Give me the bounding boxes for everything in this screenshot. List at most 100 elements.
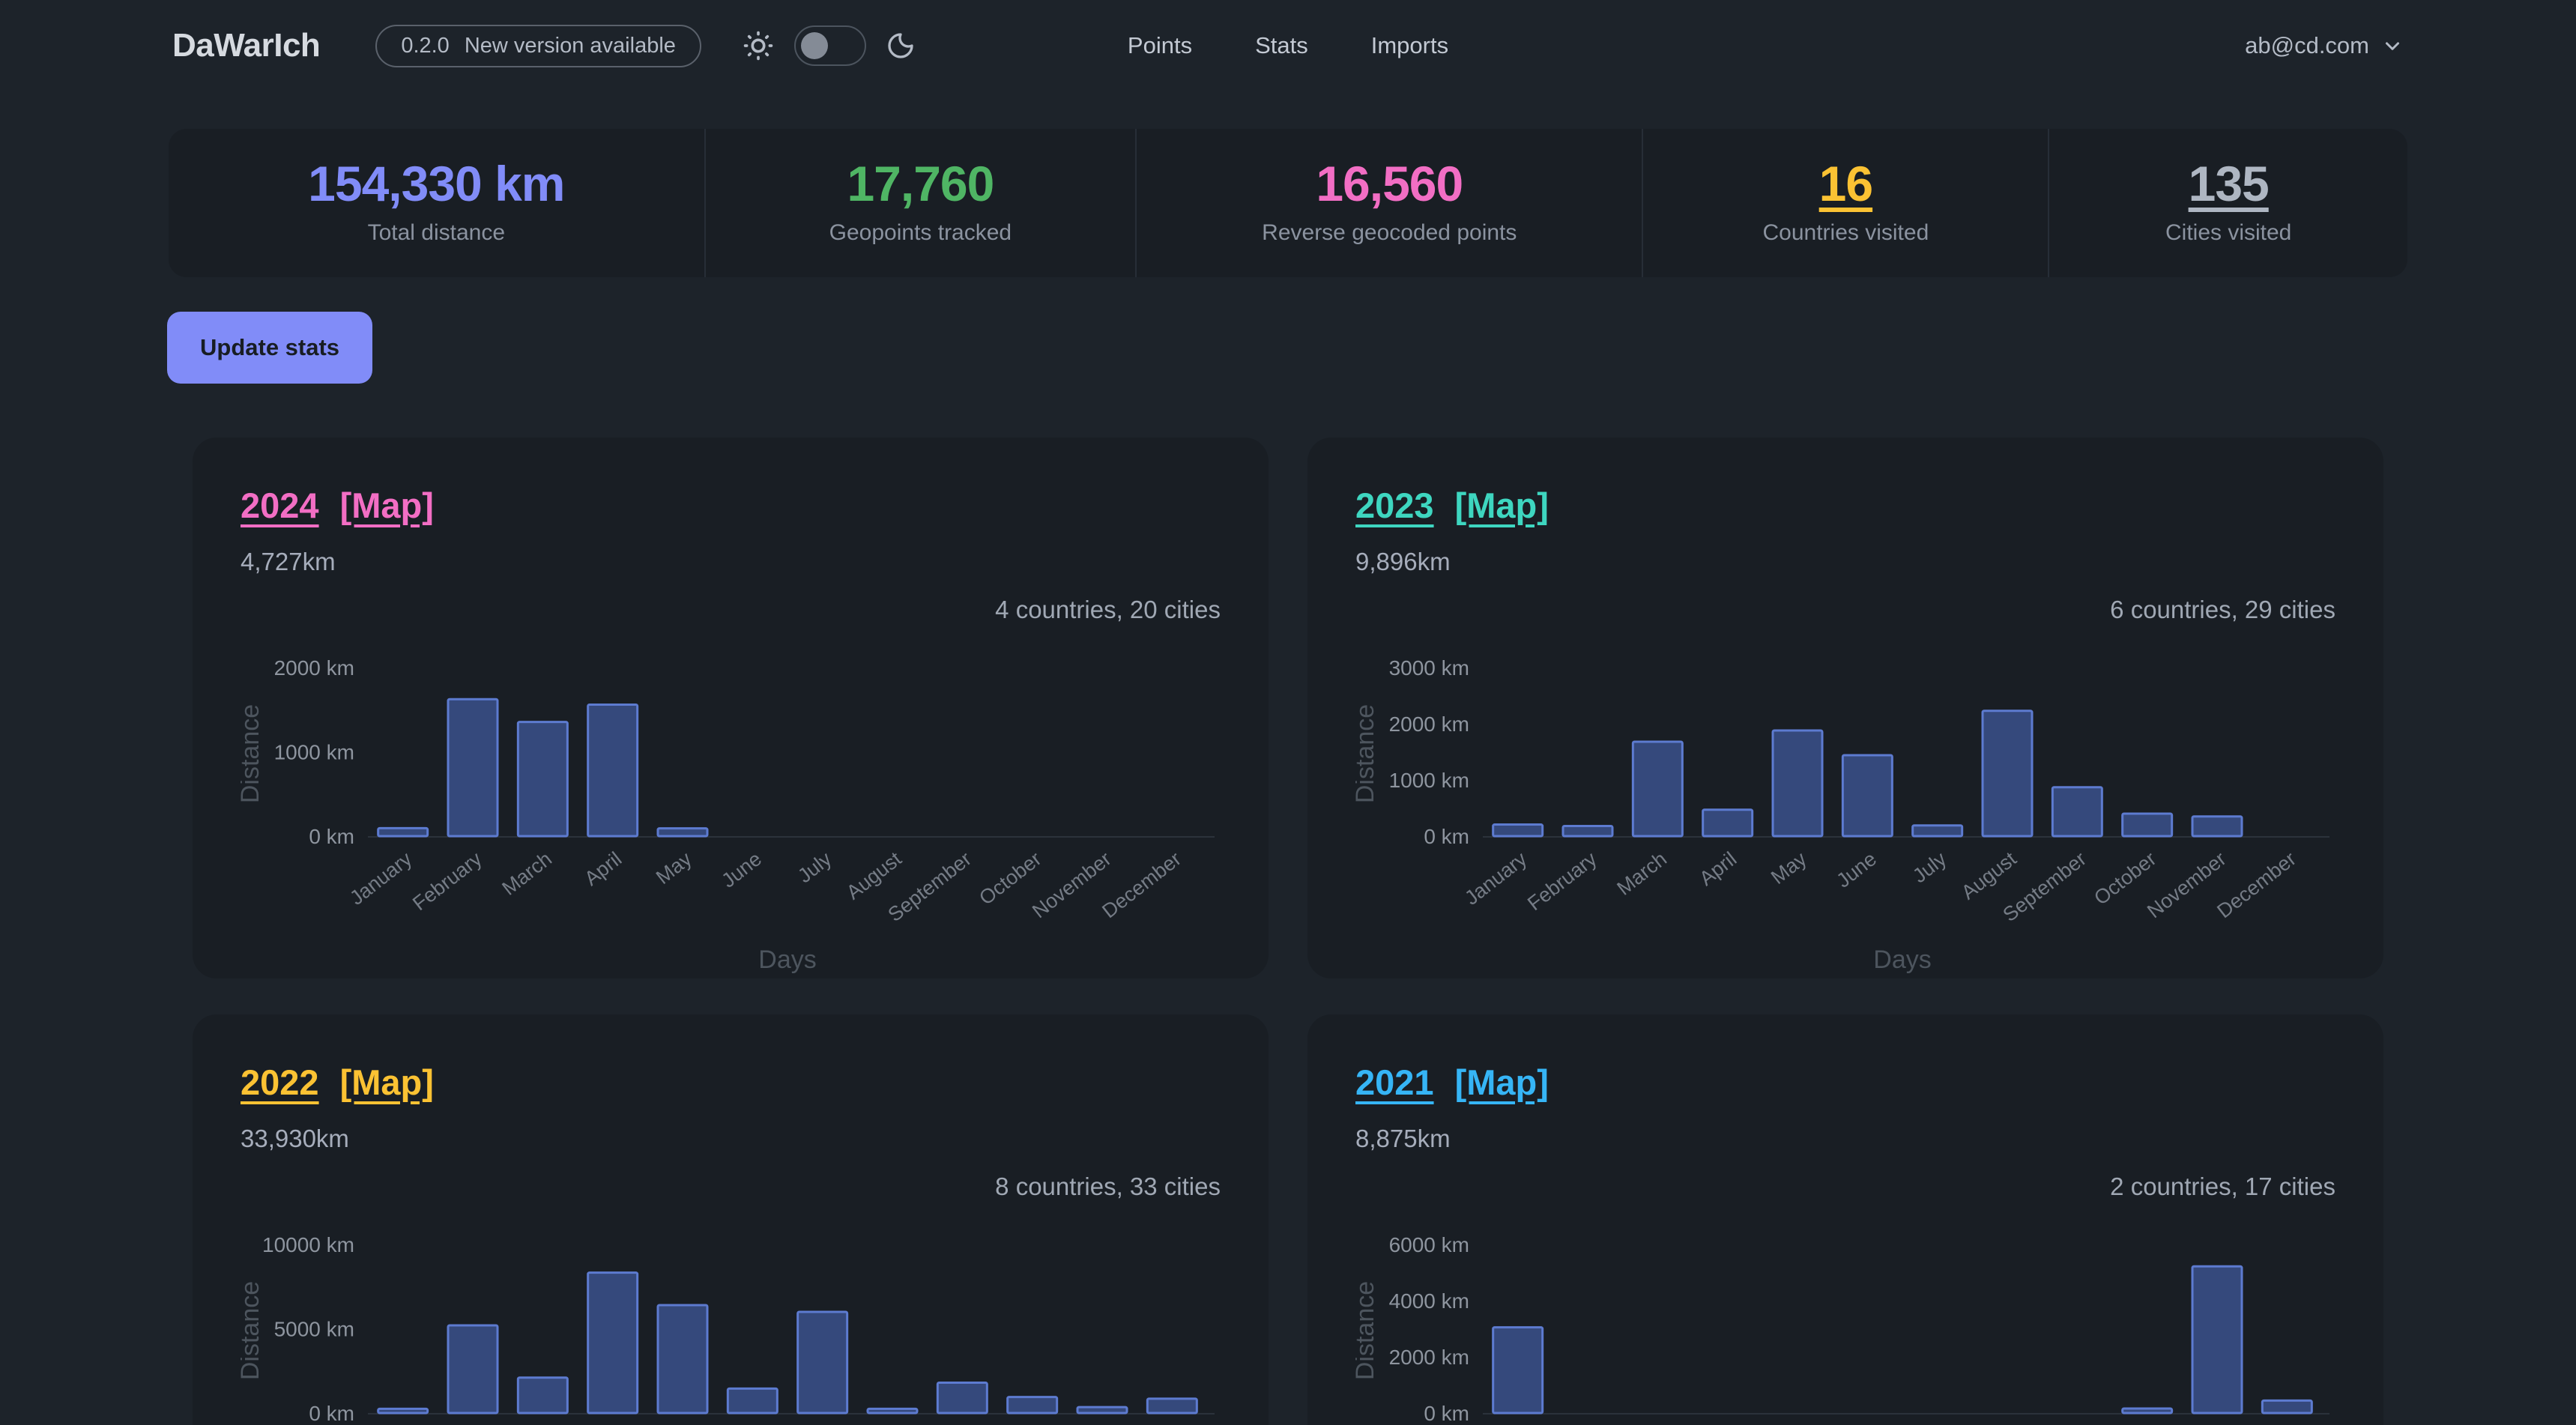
distance-bar-chart: Distance0 km1000 km2000 kmJanuaryFebruar…: [241, 634, 1221, 978]
bar-november: [2192, 1266, 2242, 1413]
user-menu-button[interactable]: ab@cd.com: [2245, 32, 2404, 59]
dashboard-page: DaWarIch 0.2.0 New version available Poi…: [0, 0, 2576, 1425]
year-card-2024: 2024[Map]4,727km4 countries, 20 citiesDi…: [193, 438, 1269, 978]
update-stats-button[interactable]: Update stats: [167, 312, 372, 384]
bar-february: [448, 699, 498, 836]
month-label: January: [1460, 847, 1532, 910]
bar-february: [1563, 826, 1612, 837]
stat-label: Reverse geocoded points: [1152, 220, 1627, 246]
version-number: 0.2.0: [401, 34, 450, 58]
month-label: February: [408, 847, 486, 915]
stat-label: Geopoints tracked: [721, 220, 1121, 246]
year-link-2022[interactable]: 2022: [241, 1062, 319, 1103]
bar-august: [1983, 711, 2032, 836]
bar-september: [2052, 787, 2102, 836]
stat-value: 154,330 km: [184, 159, 689, 208]
x-axis-title: Days: [758, 946, 816, 974]
year-cards-grid: 2024[Map]4,727km4 countries, 20 citiesDi…: [169, 438, 2407, 1425]
year-card-2021: 2021 [Map] 8,875km 2 countries, 17 cities Di…: [1307, 1014, 2383, 1425]
bar-january: [378, 828, 428, 836]
stats-row: 154,330 kmTotal distance 17,760 Geopoints …: [169, 129, 2407, 277]
bar-december: [2262, 1400, 2312, 1413]
bar-january: [1493, 1328, 1543, 1413]
bar-may: [1773, 730, 1822, 836]
top-navbar: DaWarIch 0.2.0 New version available Poi…: [0, 0, 2576, 91]
countries-cities-summary: 6 countries, 29 cities: [1355, 595, 2335, 625]
stat-value: 16,560: [1152, 159, 1627, 208]
y-tick-label: 5000 km: [274, 1318, 354, 1341]
y-axis-title: Distance: [1355, 704, 1379, 803]
bar-april: [588, 1273, 638, 1413]
map-link-2023[interactable]: [Map]: [1455, 485, 1549, 526]
y-tick-label: 0 km: [1424, 825, 1469, 848]
month-label: March: [1612, 847, 1671, 900]
nav-item-points[interactable]: Points: [1123, 25, 1197, 67]
y-tick-label: 2000 km: [1389, 1346, 1469, 1369]
bar-march: [1633, 742, 1682, 836]
bar-october: [2123, 1409, 2172, 1413]
bar-march: [518, 1378, 567, 1413]
bar-june: [728, 1388, 777, 1413]
month-label: June: [1832, 847, 1881, 892]
chevron-down-icon: [2381, 34, 2404, 57]
bar-december: [1147, 1399, 1197, 1413]
year-link-2024[interactable]: 2024: [241, 485, 319, 526]
nav-item-imports[interactable]: Imports: [1367, 25, 1453, 67]
bar-april: [1703, 810, 1753, 836]
stat-countries-visited: 16Countries visited: [1642, 129, 2048, 277]
month-label: July: [793, 847, 836, 888]
y-tick-label: 0 km: [1424, 1402, 1469, 1425]
month-label: December: [2213, 847, 2300, 922]
year-distance: 8,875km: [1355, 1124, 2335, 1154]
version-badge[interactable]: 0.2.0 New version available: [375, 25, 701, 67]
map-link-2021[interactable]: [Map]: [1455, 1062, 1549, 1103]
year-link-2023[interactable]: 2023: [1355, 485, 1434, 526]
user-email: ab@cd.com: [2245, 32, 2369, 59]
y-tick-label: 0 km: [309, 1402, 354, 1425]
bar-march: [518, 722, 567, 836]
y-axis-title: Distance: [241, 1281, 264, 1380]
month-label: August: [842, 847, 906, 904]
bar-november: [2192, 817, 2242, 836]
main-nav: Points Stats Imports: [1123, 25, 1453, 67]
stat-total-distance: 154,330 kmTotal distance: [169, 129, 704, 277]
y-tick-label: 0 km: [309, 825, 354, 848]
y-tick-label: 2000 km: [274, 656, 354, 680]
theme-toggle-knob: [801, 32, 828, 59]
stat-value: 17,760: [721, 159, 1121, 208]
month-label: July: [1908, 847, 1951, 888]
x-axis-title: Days: [1873, 946, 1931, 974]
year-link-2021[interactable]: 2021: [1355, 1062, 1434, 1103]
app-logo[interactable]: DaWarIch: [172, 27, 320, 64]
month-label: June: [717, 847, 766, 892]
bar-january: [1493, 825, 1543, 836]
stat-cities-visited: 135Cities visited: [2048, 129, 2407, 277]
stat-value[interactable]: 135: [2064, 159, 2392, 208]
year-distance: 4,727km: [241, 547, 1221, 577]
card-title-row: 2021 [Map]: [1355, 1062, 2335, 1103]
card-title-row: 2023 [Map]: [1355, 485, 2335, 526]
countries-cities-summary: 8 countries, 33 cities: [241, 1172, 1221, 1202]
y-axis-title: Distance: [1355, 1281, 1379, 1380]
map-link-2022[interactable]: [Map]: [340, 1062, 434, 1103]
card-title-row: 2024 [Map]: [241, 485, 1221, 526]
bar-october: [2123, 814, 2172, 836]
year-distance: 33,930km: [241, 1124, 1221, 1154]
nav-item-stats[interactable]: Stats: [1251, 25, 1313, 67]
y-tick-label: 1000 km: [1389, 769, 1469, 792]
year-card-2023: 2023[Map]9,896km6 countries, 29 citiesDi…: [1307, 438, 2383, 978]
stat-value[interactable]: 16: [1658, 159, 2033, 208]
y-tick-label: 3000 km: [1389, 656, 1469, 680]
bar-may: [658, 1305, 707, 1413]
theme-toggle-switch[interactable]: [794, 25, 866, 66]
y-tick-label: 4000 km: [1389, 1289, 1469, 1313]
version-badge-label: New version available: [465, 34, 676, 58]
bar-april: [588, 705, 638, 837]
map-link-2024[interactable]: [Map]: [340, 485, 434, 526]
distance-bar-chart: Distance0 km5000 km10000 kmJanuaryFebrua…: [241, 1211, 1221, 1425]
countries-cities-summary: 2 countries, 17 cities: [1355, 1172, 2335, 1202]
sun-icon: [742, 29, 775, 62]
month-label: December: [1098, 847, 1185, 922]
y-tick-label: 6000 km: [1389, 1233, 1469, 1256]
month-label: May: [1767, 847, 1811, 889]
